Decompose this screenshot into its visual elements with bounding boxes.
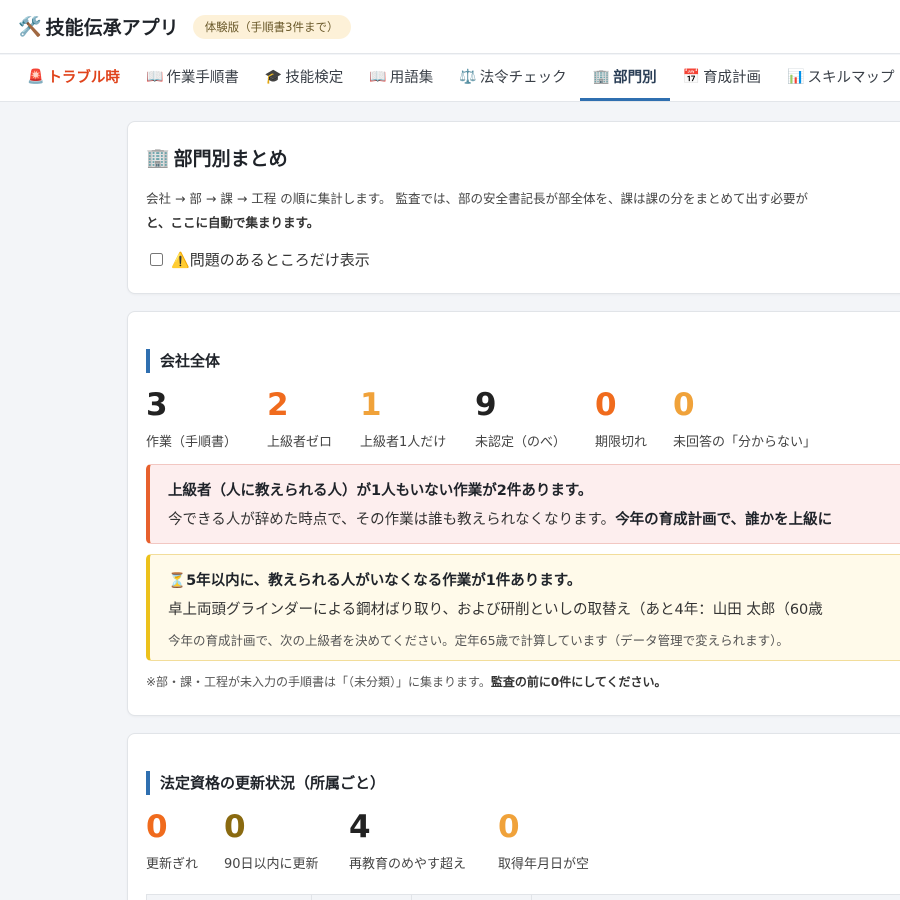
- stat-procedures: 3 作業（手順書）: [146, 387, 267, 450]
- department-summary-card: 🏢 部門別まとめ 会社 → 部 → 課 → 工程 の順に集計します。 監査では、…: [127, 121, 900, 294]
- problem-only-filter[interactable]: ⚠️ 問題のあるところだけ表示: [146, 249, 900, 270]
- tab-procedures[interactable]: 📖 作業手順書: [133, 55, 252, 101]
- stat-label: 作業（手順書）: [146, 435, 238, 450]
- stat-value: 0: [224, 809, 246, 845]
- alert-title: 上級者（人に教えられる人）が1人もいない作業が2件あります。: [168, 483, 593, 499]
- company-overview-card: 会社全体 3 作業（手順書） 2 上級者ゼロ 1 上級者1人だけ 9 未認定（の…: [127, 311, 900, 716]
- building-icon: 🏢: [592, 68, 611, 85]
- table-header-cell: [312, 895, 412, 900]
- alert-text: 今できる人が辞めた時点で、その作業は誰も教えられなくなります。今年の育成計画で、…: [168, 512, 833, 528]
- app-header: 🛠️ 技能伝承アプリ 体験版（手順書3件まで）: [0, 0, 900, 54]
- section-title-company: 会社全体: [146, 349, 900, 373]
- no-senior-alert: 上級者（人に教えられる人）が1人もいない作業が2件あります。 今できる人が辞めた…: [146, 464, 900, 544]
- building-icon: 🏢: [146, 147, 170, 169]
- stat-label: 上級者1人だけ: [360, 435, 447, 450]
- stat-value: 2: [267, 387, 289, 423]
- stat-renew-soon: 0 90日以内に更新: [224, 809, 349, 872]
- stat-value: 9: [475, 387, 497, 423]
- calendar-icon: 📅: [682, 68, 701, 85]
- stat-expired: 0 期限切れ: [595, 387, 673, 450]
- hourglass-icon: ⏳: [168, 573, 187, 589]
- company-stats: 3 作業（手順書） 2 上級者ゼロ 1 上級者1人だけ 9 未認定（のべ） 0 …: [146, 387, 900, 450]
- app-title: 🛠️ 技能伝承アプリ: [18, 13, 179, 40]
- succession-alert: ⏳5年以内に、教えられる人がいなくなる作業が1件あります。 卓上両頭グラインダー…: [146, 554, 900, 661]
- stat-retraining-overdue: 4 再教育のめやす超え: [349, 809, 498, 872]
- tab-label: スキルマップ: [807, 70, 895, 86]
- description-line-1: 会社 → 部 → 課 → 工程 の順に集計します。 監査では、部の安全書記長が部…: [146, 191, 808, 206]
- stat-lapsed: 0 更新ぎれ: [146, 809, 224, 872]
- book-icon: 📖: [145, 68, 164, 85]
- stat-label: 未認定（のべ）: [475, 435, 567, 450]
- tab-departments[interactable]: 🏢 部門別: [579, 55, 670, 101]
- unclassified-footnote: ※部・課・工程が未入力の手順書は「（未分類）」に集まります。監査の前に0件にして…: [146, 675, 667, 689]
- table-header-cell: [147, 895, 312, 900]
- stat-label: 再教育のめやす超え: [349, 857, 467, 872]
- stat-value: 0: [146, 809, 168, 845]
- book-icon: 📖: [369, 68, 387, 85]
- tab-glossary[interactable]: 📖 用語集: [356, 55, 446, 101]
- tab-label: トラブル時: [47, 70, 120, 86]
- filter-label: 問題のあるところだけ表示: [189, 251, 370, 269]
- tab-label: 作業手順書: [166, 70, 239, 86]
- license-status-card: 法定資格の更新状況（所属ごと） 0 更新ぎれ 0 90日以内に更新 4 再教育の…: [127, 733, 900, 900]
- tab-label: 用語集: [389, 70, 434, 86]
- nav-tabs: 🚨 トラブル時 📖 作業手順書 🎓 技能検定 📖 用語集 ⚖️ 法令チェック 🏢…: [0, 55, 900, 102]
- tab-skill-test[interactable]: 🎓 技能検定: [252, 55, 356, 101]
- scales-icon: ⚖️: [459, 68, 477, 85]
- stat-value: 0: [498, 809, 520, 845]
- stat-label: 90日以内に更新: [224, 857, 319, 872]
- page-title-text: 部門別まとめ: [173, 148, 288, 170]
- stat-uncertified: 9 未認定（のべ）: [475, 387, 595, 450]
- stat-unanswered: 0 未回答の「分からない」: [673, 387, 816, 450]
- tab-law-check[interactable]: ⚖️ 法令チェック: [446, 55, 579, 101]
- siren-icon: 🚨: [27, 68, 45, 85]
- stat-label: 未回答の「分からない」: [673, 435, 817, 450]
- stat-date-missing: 0 取得年月日が空: [498, 809, 589, 872]
- table-header-cell: [412, 895, 532, 900]
- section-title-licenses: 法定資格の更新状況（所属ごと）: [146, 771, 900, 795]
- stat-no-senior: 2 上級者ゼロ: [267, 387, 360, 450]
- page-title: 🏢 部門別まとめ: [146, 144, 900, 171]
- tools-icon: 🛠️: [18, 16, 42, 38]
- stat-label: 更新ぎれ: [146, 857, 199, 872]
- tab-label: 部門別: [613, 70, 657, 86]
- summary-description: 会社 → 部 → 課 → 工程 の順に集計します。 監査では、部の安全書記長が部…: [146, 187, 900, 235]
- app-title-text: 技能伝承アプリ: [45, 17, 179, 39]
- stat-value: 0: [673, 387, 695, 423]
- graduation-cap-icon: 🎓: [264, 68, 283, 85]
- trial-badge: 体験版（手順書3件まで）: [192, 14, 351, 39]
- bar-chart-icon: 📊: [787, 68, 805, 85]
- license-table-header: [146, 894, 900, 900]
- tab-label: 技能検定: [285, 70, 344, 86]
- tab-trouble[interactable]: 🚨 トラブル時: [14, 55, 133, 101]
- alert-text: 卓上両頭グラインダーによる鋼材ばり取り、および研削といしの取替え（あと4年：山田…: [168, 602, 823, 618]
- stat-label: 取得年月日が空: [498, 857, 590, 872]
- description-line-2: と、ここに自動で集まります。: [146, 215, 320, 230]
- alert-title: ⏳5年以内に、教えられる人がいなくなる作業が1件あります。: [168, 573, 582, 589]
- stat-label: 期限切れ: [595, 435, 648, 450]
- stat-value: 4: [349, 809, 371, 845]
- tab-skill-map[interactable]: 📊 スキルマップ: [774, 55, 900, 101]
- tab-label: 育成計画: [703, 70, 762, 86]
- license-stats: 0 更新ぎれ 0 90日以内に更新 4 再教育のめやす超え 0 取得年月日が空: [146, 809, 900, 872]
- warning-icon: ⚠️: [171, 250, 190, 269]
- stat-label: 上級者ゼロ: [267, 435, 333, 450]
- stat-value: 3: [146, 387, 168, 423]
- stat-one-senior: 1 上級者1人だけ: [360, 387, 475, 450]
- problem-only-checkbox[interactable]: [150, 253, 163, 266]
- stat-value: 0: [595, 387, 617, 423]
- stat-value: 1: [360, 387, 382, 423]
- tab-training-plan[interactable]: 📅 育成計画: [670, 55, 774, 101]
- tab-label: 法令チェック: [479, 70, 567, 86]
- alert-note: 今年の育成計画で、次の上級者を決めてください。定年65歳で計算しています（データ…: [168, 633, 789, 648]
